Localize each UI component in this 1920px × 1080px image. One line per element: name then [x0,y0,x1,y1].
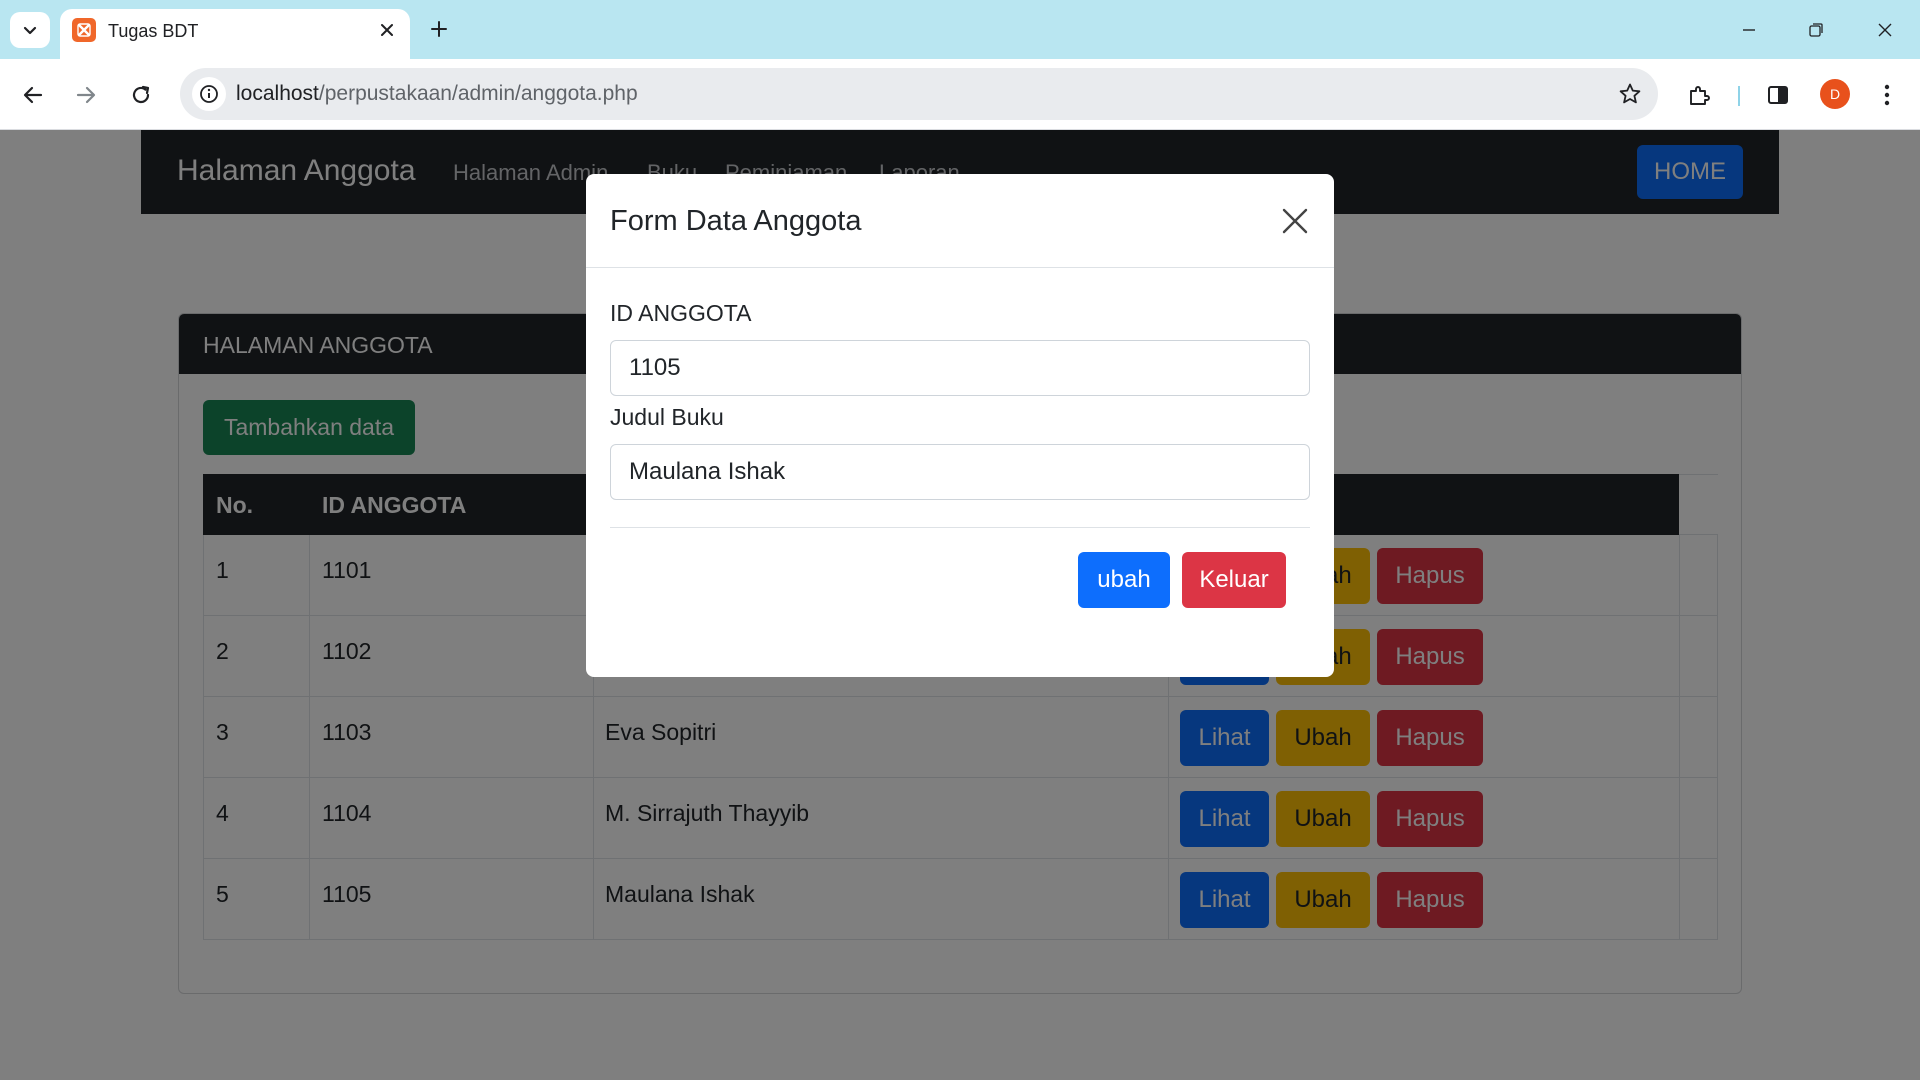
profile-avatar[interactable]: D [1820,79,1850,109]
judul-buku-input[interactable] [610,444,1310,500]
extensions-puzzle-icon[interactable] [1680,76,1718,114]
new-tab-plus-icon[interactable] [422,12,456,46]
reload-icon[interactable] [122,76,160,114]
toolbar-separator [1738,86,1740,106]
url-path: /perpustakaan/admin/anggota.php [318,82,638,105]
close-icon[interactable] [1278,204,1312,238]
modal-title: Form Data Anggota [610,205,862,237]
browser-toolbar: localhost/perpustakaan/admin/anggota.php… [0,59,1920,130]
id-anggota-label: ID ANGGOTA [610,300,752,326]
form-modal: Form Data Anggota ID ANGGOTA Judul Buku … [586,174,1334,677]
tab-close-icon[interactable] [374,17,400,43]
modal-header: Form Data Anggota [586,174,1334,268]
xampp-icon [72,18,96,42]
page-viewport: Halaman Anggota Halaman Admin Buku Pemin… [0,130,1920,1080]
browser-tab-bar: Tugas BDT [0,0,1920,59]
modal-divider [610,527,1310,528]
side-panel-icon[interactable] [1759,76,1797,114]
tab-search-button[interactable] [10,12,50,48]
browser-tab[interactable]: Tugas BDT [60,9,410,59]
tab-title: Tugas BDT [108,21,199,41]
id-anggota-input[interactable] [610,340,1310,396]
keluar-button[interactable]: Keluar [1182,552,1286,608]
address-bar[interactable]: localhost/perpustakaan/admin/anggota.php [180,68,1658,120]
window-close-icon[interactable] [1862,10,1908,50]
kebab-menu-icon[interactable] [1868,76,1906,114]
forward-arrow-icon[interactable] [67,76,105,114]
back-arrow-icon[interactable] [14,76,52,114]
bookmark-star-icon[interactable] [1616,80,1644,108]
minimize-icon[interactable] [1726,10,1772,50]
site-info-icon[interactable] [192,77,226,111]
chevron-down-icon [23,26,37,35]
url-host: localhost [236,82,319,105]
ubah-button[interactable]: ubah [1078,552,1170,608]
url-text[interactable]: localhost/perpustakaan/admin/anggota.php [236,82,638,106]
restore-icon[interactable] [1793,10,1839,50]
judul-buku-label: Judul Buku [610,404,724,430]
